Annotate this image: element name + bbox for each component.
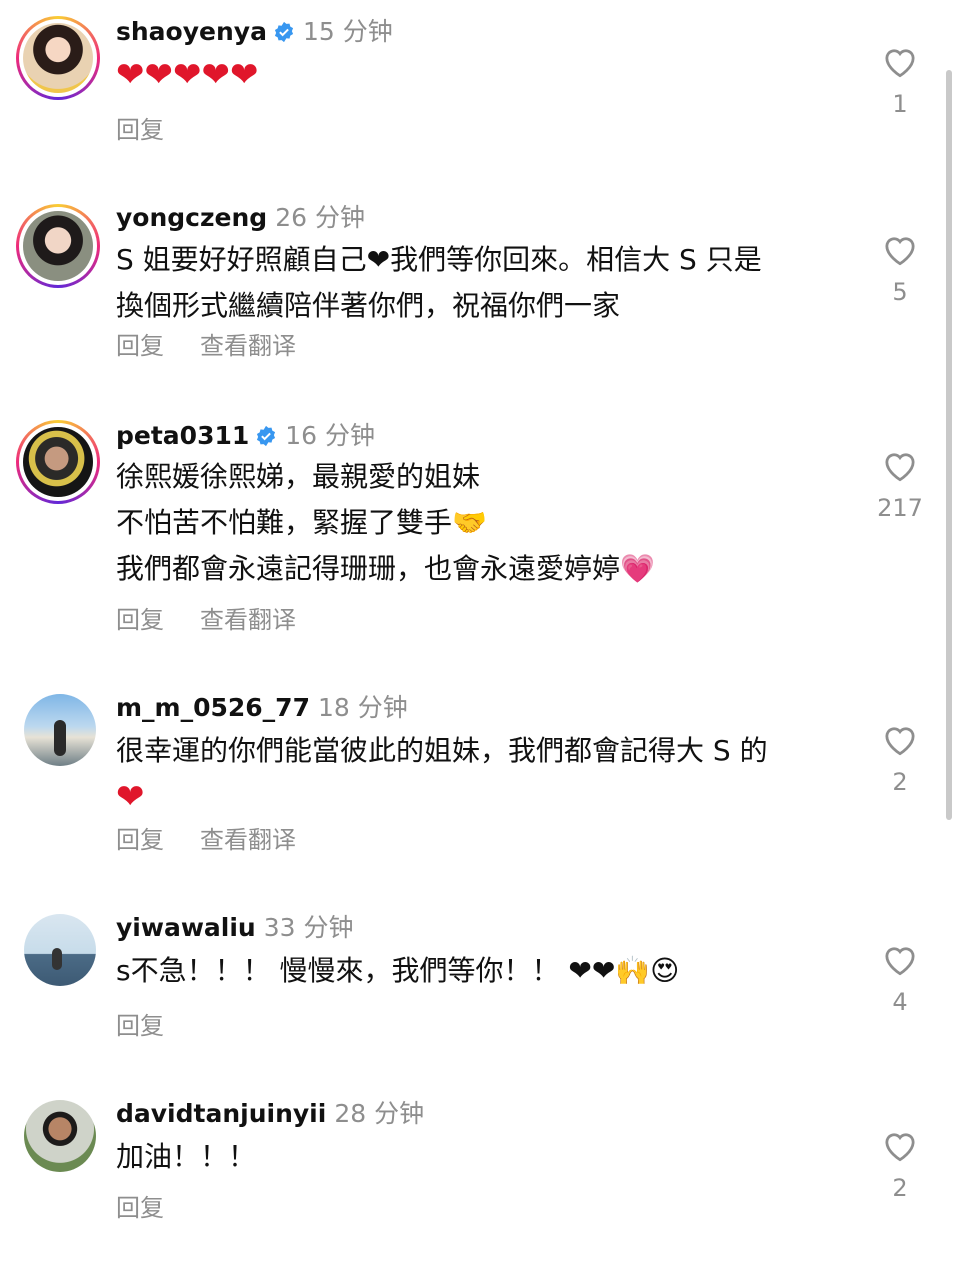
see-translation-button[interactable]: 查看翻译 xyxy=(200,332,296,360)
comment-text: ❤❤❤❤❤ xyxy=(116,55,259,95)
like-count: 217 xyxy=(877,494,923,522)
comment-text: 很幸運的你們能當彼此的姐妹，我們都會記得大 S 的 ❤ xyxy=(116,734,768,817)
like-button[interactable]: 4 xyxy=(870,942,930,1016)
like-count: 1 xyxy=(892,90,908,118)
timestamp: 18 分钟 xyxy=(317,693,408,722)
avatar xyxy=(23,427,93,497)
like-button[interactable]: 217 xyxy=(870,448,930,522)
heart-outline-icon xyxy=(885,237,915,266)
timestamp: 15 分钟 xyxy=(302,17,393,46)
heart-outline-icon xyxy=(885,947,915,976)
reply-button[interactable]: 回复 xyxy=(116,606,164,634)
username[interactable]: davidtanjuinyii xyxy=(116,1099,326,1128)
username[interactable]: peta0311 xyxy=(116,421,249,450)
like-button[interactable]: 5 xyxy=(870,232,930,306)
avatar-figure xyxy=(54,720,66,756)
verified-badge-icon xyxy=(274,21,294,43)
comment-text: 徐熙媛徐熙娣，最親愛的姐妹 不怕苦不怕難，緊握了雙手🤝 我們都會永遠記得珊珊，也… xyxy=(116,460,655,585)
scrollbar[interactable] xyxy=(946,70,952,820)
like-count: 5 xyxy=(892,278,908,306)
like-button[interactable]: 1 xyxy=(870,44,930,118)
like-count: 2 xyxy=(892,768,908,796)
username[interactable]: m_m_0526_77 xyxy=(116,693,310,722)
avatar xyxy=(23,211,93,281)
timestamp: 28 分钟 xyxy=(334,1099,425,1128)
see-translation-button[interactable]: 查看翻译 xyxy=(200,826,296,854)
heart-outline-icon xyxy=(885,727,915,756)
username[interactable]: shaoyenya xyxy=(116,17,267,46)
username[interactable]: yongczeng xyxy=(116,203,267,232)
like-count: 2 xyxy=(892,1174,908,1202)
username[interactable]: yiwawaliu xyxy=(116,913,256,942)
reply-button[interactable]: 回复 xyxy=(116,826,164,854)
reply-button[interactable]: 回复 xyxy=(116,116,164,144)
comment-text: s不急！！！ 慢慢來，我們等你！！ ❤❤🙌😍 xyxy=(116,954,680,987)
avatar-story-ring[interactable] xyxy=(16,16,100,100)
timestamp: 16 分钟 xyxy=(285,421,376,450)
heart-outline-icon xyxy=(885,1133,915,1162)
comment-text: 加油！！！ xyxy=(116,1140,257,1173)
reply-button[interactable]: 回复 xyxy=(116,1194,164,1222)
like-count: 4 xyxy=(892,988,908,1016)
avatar[interactable] xyxy=(24,694,96,766)
reply-button[interactable]: 回复 xyxy=(116,332,164,360)
like-button[interactable]: 2 xyxy=(870,1128,930,1202)
avatar[interactable] xyxy=(24,1100,96,1172)
heart-outline-icon xyxy=(885,49,915,78)
timestamp: 26 分钟 xyxy=(275,203,365,232)
see-translation-button[interactable]: 查看翻译 xyxy=(200,606,296,634)
avatar-figure xyxy=(52,948,62,970)
avatar-story-ring[interactable] xyxy=(16,204,100,288)
reply-button[interactable]: 回复 xyxy=(116,1012,164,1040)
comment-text: S 姐要好好照顧自己❤我們等你回來。相信大 S 只是 換個形式繼續陪伴著你們，祝… xyxy=(116,243,762,322)
heart-outline-icon xyxy=(885,453,915,482)
avatar xyxy=(23,23,93,93)
avatar-story-ring[interactable] xyxy=(16,420,100,504)
timestamp: 33 分钟 xyxy=(263,913,354,942)
avatar[interactable] xyxy=(24,914,96,986)
verified-badge-icon xyxy=(257,425,276,447)
like-button[interactable]: 2 xyxy=(870,722,930,796)
